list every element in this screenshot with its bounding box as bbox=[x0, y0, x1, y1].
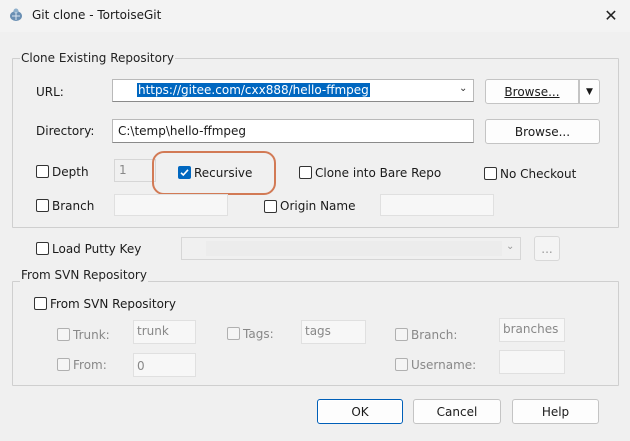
svn-group-label: From SVN Repository bbox=[20, 268, 148, 282]
username-label: Username: bbox=[411, 358, 477, 372]
browse-url-dropdown-button[interactable]: ▼ bbox=[579, 79, 600, 104]
username-input bbox=[499, 350, 565, 374]
cancel-button[interactable]: Cancel bbox=[413, 399, 501, 424]
depth-checkbox[interactable] bbox=[36, 165, 49, 178]
tags-checkbox bbox=[227, 327, 240, 340]
load-putty-key-checkbox[interactable] bbox=[36, 242, 49, 255]
ok-button[interactable]: OK bbox=[317, 399, 403, 424]
from-input: 0 bbox=[133, 353, 196, 377]
help-button[interactable]: Help bbox=[512, 399, 599, 424]
tags-value: tags bbox=[305, 324, 331, 338]
trunk-value: trunk bbox=[137, 324, 169, 338]
putty-key-browse-button: ... bbox=[534, 236, 560, 261]
username-checkbox bbox=[395, 358, 408, 371]
from-svn-checkbox[interactable] bbox=[34, 297, 47, 310]
tortoisegit-icon bbox=[8, 7, 24, 23]
from-svn-label: From SVN Repository bbox=[50, 297, 176, 311]
tags-input: tags bbox=[301, 320, 366, 344]
directory-input[interactable]: C:\temp\hello-ffmpeg bbox=[112, 119, 474, 143]
browse-url-button[interactable]: Browse... bbox=[485, 79, 579, 104]
trunk-checkbox bbox=[57, 328, 70, 341]
chevron-down-icon: ⌄ bbox=[506, 241, 515, 252]
browse-directory-button[interactable]: Browse... bbox=[485, 119, 600, 144]
svn-branch-label: Branch: bbox=[411, 328, 458, 342]
origin-name-label: Origin Name bbox=[280, 199, 356, 213]
no-checkout-checkbox[interactable] bbox=[484, 167, 497, 180]
recursive-label: Recursive bbox=[194, 166, 253, 180]
trunk-input: trunk bbox=[133, 320, 196, 344]
chevron-down-icon[interactable]: ⌄ bbox=[459, 83, 467, 94]
origin-name-checkbox[interactable] bbox=[264, 200, 277, 213]
clone-bare-checkbox[interactable] bbox=[299, 166, 312, 179]
tags-label: Tags: bbox=[243, 327, 274, 341]
caret-down-icon: ▼ bbox=[586, 86, 593, 97]
branch-input bbox=[114, 194, 228, 216]
close-icon[interactable]: ✕ bbox=[598, 3, 624, 27]
url-value: https://gitee.com/cxx888/hello-ffmpeg bbox=[137, 83, 370, 97]
branch-checkbox[interactable] bbox=[36, 199, 49, 212]
putty-key-field bbox=[206, 241, 502, 256]
depth-value: 1 bbox=[119, 163, 127, 177]
svn-branch-checkbox bbox=[395, 328, 408, 341]
no-checkout-label: No Checkout bbox=[500, 167, 577, 181]
from-checkbox bbox=[57, 358, 70, 371]
svn-branch-input: branches bbox=[499, 318, 565, 342]
from-label: From: bbox=[73, 358, 107, 372]
directory-label: Directory: bbox=[36, 124, 95, 138]
url-label: URL: bbox=[36, 85, 64, 99]
directory-value: C:\temp\hello-ffmpeg bbox=[118, 124, 247, 138]
origin-name-input bbox=[380, 194, 494, 216]
branch-label: Branch bbox=[52, 199, 95, 213]
svn-branch-value: branches bbox=[503, 322, 559, 336]
url-combobox[interactable]: https://gitee.com/cxx888/hello-ffmpeg ⌄ bbox=[112, 79, 474, 102]
depth-input: 1 bbox=[114, 159, 156, 182]
load-putty-key-label: Load Putty Key bbox=[52, 242, 142, 256]
window-title: Git clone - TortoiseGit bbox=[32, 8, 162, 22]
putty-key-combobox: ⌄ bbox=[181, 237, 521, 260]
trunk-label: Trunk: bbox=[73, 328, 110, 342]
clone-group-label: Clone Existing Repository bbox=[20, 51, 176, 65]
clone-bare-label: Clone into Bare Repo bbox=[315, 166, 442, 180]
depth-label: Depth bbox=[52, 165, 89, 179]
recursive-checkbox[interactable] bbox=[178, 166, 191, 179]
from-value: 0 bbox=[137, 359, 145, 373]
